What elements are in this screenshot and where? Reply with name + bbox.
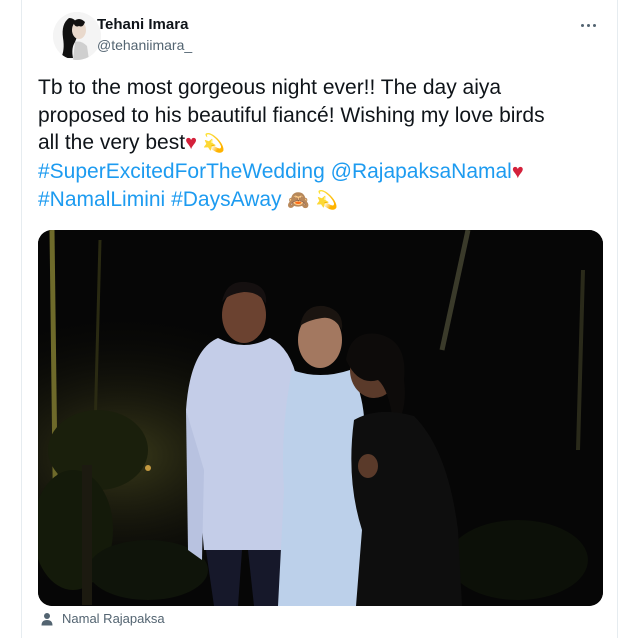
- person-icon: [41, 612, 53, 625]
- mention-rajapaksa-namal[interactable]: @RajapaksaNamal: [331, 160, 512, 183]
- avatar-portrait-icon: [53, 12, 101, 60]
- tweet-line-3: all the very best♥ 💫: [38, 129, 608, 158]
- dizzy-star-icon-2: 💫: [315, 190, 339, 210]
- see-no-evil-monkey-icon: 🙈: [287, 190, 310, 210]
- tweet-card: Tehani Imara @tehaniimara_ Tb to the mos…: [21, 0, 618, 638]
- tweet-line-3-text: all the very best: [38, 131, 186, 154]
- tweet-text: Tb to the most gorgeous night ever!! The…: [38, 74, 608, 215]
- author-display-name[interactable]: Tehani Imara: [97, 16, 188, 33]
- tweet-line-2: proposed to his beautiful fiancé! Wishin…: [38, 103, 545, 127]
- tweet-line-4: #SuperExcitedForTheWedding @RajapaksaNam…: [38, 158, 608, 187]
- dizzy-star-icon: 💫: [202, 133, 226, 153]
- more-horizontal-icon: [580, 23, 584, 27]
- author-handle[interactable]: @tehaniimara_: [97, 37, 192, 53]
- author-avatar[interactable]: [53, 12, 101, 60]
- hashtag-namal-limini[interactable]: #NamalLimini: [38, 188, 165, 211]
- more-options-button[interactable]: [577, 14, 599, 36]
- tweet-line-5: #NamalLimini #DaysAway 🙈 💫: [38, 186, 608, 215]
- tagged-person-name[interactable]: Namal Rajapaksa: [62, 611, 165, 626]
- tagged-people[interactable]: Namal Rajapaksa: [40, 611, 165, 626]
- red-heart-icon: ♥: [185, 132, 197, 154]
- red-heart-icon-2: ♥: [511, 160, 524, 183]
- hashtag-super-excited[interactable]: #SuperExcitedForTheWedding: [38, 160, 325, 183]
- tweet-line-1: Tb to the most gorgeous night ever!! The…: [38, 76, 502, 99]
- tweet-photo[interactable]: [38, 230, 603, 606]
- hashtag-days-away[interactable]: #DaysAway: [171, 188, 282, 211]
- photo-three-people-night-icon: [38, 230, 603, 606]
